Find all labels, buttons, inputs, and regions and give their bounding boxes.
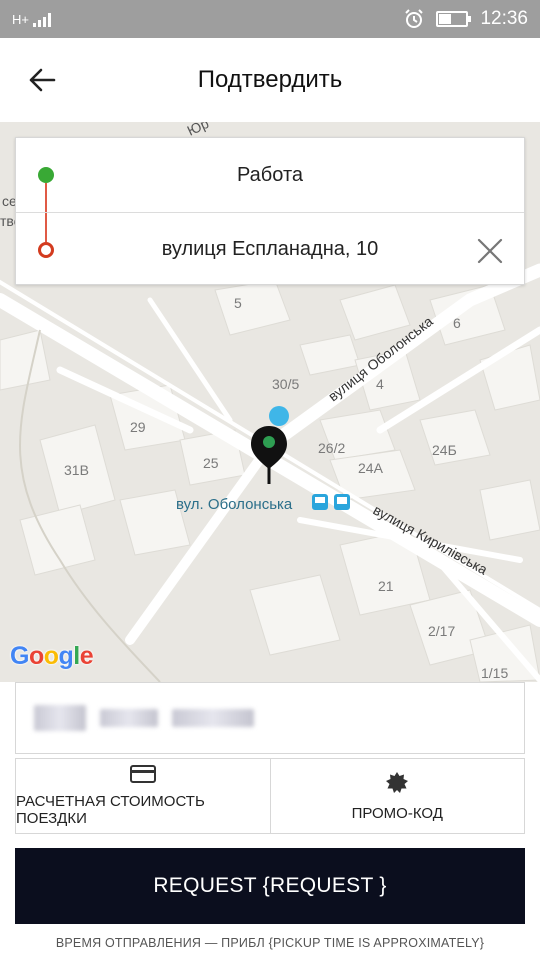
destination-label: вулиця Еспланадна, 10 [161,238,379,260]
google-logo: Google [10,642,94,670]
arrow-left-icon [29,68,56,92]
my-location-dot [269,406,289,426]
battery-icon [436,11,472,27]
signal-icon [32,11,51,27]
promo-code-button[interactable]: ПРОМО-КОД [269,759,525,833]
request-button[interactable]: REQUEST {REQUEST } [15,848,525,924]
house-number: 30/5 [272,376,299,392]
status-right: 12:36 [404,8,528,30]
back-button[interactable] [22,62,62,98]
promo-code-label: ПРОМО-КОД [351,804,443,822]
fare-estimate-label: РАСЧЕТНАЯ СТОИМОСТЬ ПОЕЗДКИ [16,793,205,827]
destination-dot-icon [38,242,54,258]
credit-card-icon [129,765,156,783]
status-left: H+ [12,11,51,27]
pickup-time-note: ВРЕМЯ ОТПРАВЛЕНИЯ — ПРИБЛ {PICKUP TIME I… [55,936,485,950]
options-row: РАСЧЕТНАЯ СТОИМОСТЬ ПОЕЗДКИ ПРОМО-КОД [15,758,525,834]
house-number: 24Б [432,442,457,458]
house-number: 31В [64,462,89,478]
alarm-icon [405,9,424,28]
bottom-panel: РАСЧЕТНАЯ СТОИМОСТЬ ПОЕЗДКИ ПРОМО-КОД RE… [0,682,540,960]
transit-stop-label: вул. Оболонська [176,496,293,513]
house-number: 21 [378,578,394,594]
status-bar: H+ 12:36 [0,0,540,38]
status-time: 12:36 [480,8,528,29]
app-header: Подтвердить [0,38,540,122]
house-number: 2/17 [428,623,455,639]
promo-badge-icon [386,771,409,793]
destination-row[interactable]: вулиця Еспланадна, 10 [16,212,524,286]
house-number: 26/2 [318,440,345,456]
blurred-fare-text [172,709,254,727]
house-number: 5 [234,295,242,311]
clear-destination-button[interactable] [476,237,504,265]
fare-estimate-card[interactable] [15,682,525,754]
house-number: 1/15 [481,665,508,681]
origin-dot-icon [38,167,54,183]
blurred-fare-text [100,709,158,727]
house-number: 29 [130,419,146,435]
blurred-vehicle-icon [34,705,86,731]
house-number: 4 [376,376,384,392]
house-number: 24А [358,460,384,476]
page-title: Подтвердить [197,66,343,93]
route-card: Работа вулиця Еспланадна, 10 [15,137,525,285]
house-number: 6 [453,315,461,331]
origin-row[interactable]: Работа [16,138,524,242]
network-type: H+ [12,11,29,27]
house-number: 25 [203,455,219,471]
fare-estimate-button[interactable]: РАСЧЕТНАЯ СТОИМОСТЬ ПОЕЗДКИ [16,759,270,833]
origin-label: Работа [237,163,303,186]
